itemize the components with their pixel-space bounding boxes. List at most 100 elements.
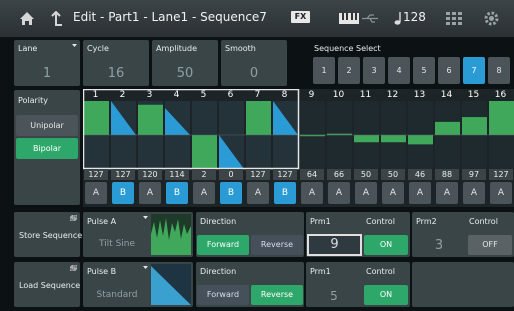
sequence-button-8[interactable]: 8 bbox=[488, 57, 510, 84]
step-mode-button[interactable]: A bbox=[85, 182, 107, 204]
step-value[interactable]: 127 bbox=[273, 169, 297, 180]
store-prm2-value[interactable]: 3 bbox=[412, 238, 466, 253]
pulse-a-label: Pulse A bbox=[87, 217, 117, 226]
pulse-b-label: Pulse B bbox=[87, 267, 117, 276]
grid-menu-icon[interactable] bbox=[446, 12, 462, 25]
step-value[interactable]: 50 bbox=[381, 169, 405, 180]
home-icon[interactable] bbox=[19, 11, 35, 26]
step-number: 16 bbox=[494, 90, 507, 100]
store-direction-panel: Direction Forward Reverse bbox=[196, 212, 304, 257]
page-title: Edit - Part1 - Lane1 - Sequence7 bbox=[73, 10, 267, 24]
bipolar-button[interactable]: Bipolar bbox=[16, 138, 78, 159]
step-mode-button[interactable]: A bbox=[247, 182, 269, 204]
store-sequence-button[interactable]: Store Sequence bbox=[14, 212, 83, 257]
store-reverse-button[interactable]: Reverse bbox=[251, 235, 303, 255]
store-sequence-label: Store Sequence bbox=[19, 231, 83, 240]
pulse-b-field[interactable]: Pulse B Standard bbox=[83, 262, 193, 307]
step-mode-button[interactable]: B bbox=[166, 182, 188, 204]
store-prm1-panel: Prm1 Control 9 ON bbox=[306, 212, 410, 257]
direction-label: Direction bbox=[200, 267, 237, 276]
smooth-field[interactable]: Smooth 0 bbox=[221, 40, 287, 86]
step-mode-button[interactable]: A bbox=[139, 182, 161, 204]
step-number: 8 bbox=[281, 90, 288, 100]
step-number: 6 bbox=[227, 90, 234, 100]
load-control1-button[interactable]: ON bbox=[364, 285, 408, 305]
step-mode-button[interactable]: A bbox=[409, 182, 431, 204]
direction-label: Direction bbox=[200, 217, 237, 226]
step-bar bbox=[408, 135, 433, 145]
unipolar-button[interactable]: Unipolar bbox=[16, 115, 78, 136]
load-prm1-value[interactable]: 5 bbox=[306, 289, 362, 303]
sequence-button-4[interactable]: 4 bbox=[388, 57, 410, 84]
step-value[interactable]: 127 bbox=[246, 169, 270, 180]
step-mode-button[interactable]: A bbox=[301, 182, 323, 204]
store-control2-button[interactable]: OFF bbox=[468, 235, 512, 255]
step-value[interactable]: 120 bbox=[138, 169, 162, 180]
step-value[interactable]: 127 bbox=[84, 169, 108, 180]
sequence-button-5[interactable]: 5 bbox=[413, 57, 435, 84]
step-mode-button[interactable]: A bbox=[436, 182, 458, 204]
step-number: 5 bbox=[200, 90, 207, 100]
pulse-b-preview bbox=[151, 264, 191, 305]
step-mode-button[interactable]: A bbox=[193, 182, 215, 204]
pulse-a-field[interactable]: Pulse A Tilt Sine bbox=[83, 212, 193, 257]
step-value[interactable]: 66 bbox=[327, 169, 351, 180]
load-empty-panel bbox=[412, 262, 514, 307]
load-direction-panel: Direction Forward Reverse bbox=[196, 262, 304, 307]
step-value[interactable]: 88 bbox=[435, 169, 459, 180]
step-bar bbox=[138, 104, 163, 135]
lane-field[interactable]: Lane 1 bbox=[14, 40, 80, 86]
step-value[interactable]: 46 bbox=[408, 169, 432, 180]
step-value[interactable]: 127 bbox=[111, 169, 135, 180]
step-number: 14 bbox=[440, 90, 453, 100]
load-prm1-panel: Prm1 Control 5 ON bbox=[306, 262, 410, 307]
prm1-label: Prm1 bbox=[310, 267, 331, 276]
lane-value: 1 bbox=[42, 66, 52, 81]
step-value[interactable]: 0 bbox=[219, 169, 243, 180]
back-icon[interactable] bbox=[49, 11, 63, 26]
load-forward-button[interactable]: Forward bbox=[197, 285, 249, 305]
step-number: 13 bbox=[413, 90, 426, 100]
note-icon bbox=[394, 12, 401, 25]
load-sequence-button[interactable]: Load Sequence bbox=[14, 262, 80, 307]
load-reverse-button[interactable]: Reverse bbox=[251, 285, 303, 305]
store-forward-button[interactable]: Forward bbox=[197, 235, 249, 255]
step-value[interactable]: 64 bbox=[300, 169, 324, 180]
tempo-value[interactable]: 128 bbox=[403, 10, 426, 24]
pulse-b-value: Standard bbox=[96, 290, 138, 300]
top-bar: Edit - Part1 - Lane1 - Sequence7 FX 128 bbox=[0, 0, 514, 38]
store-control1-button[interactable]: ON bbox=[364, 235, 408, 255]
fx-badge[interactable]: FX bbox=[291, 11, 310, 23]
sequence-button-6[interactable]: 6 bbox=[438, 57, 460, 84]
popup-icon bbox=[70, 265, 77, 271]
keyboard-icon[interactable] bbox=[339, 13, 359, 24]
dropdown-arrow-icon bbox=[143, 266, 148, 269]
sequence-button-3[interactable]: 3 bbox=[363, 57, 385, 84]
control-label: Control bbox=[366, 217, 395, 226]
cycle-field[interactable]: Cycle 16 bbox=[83, 40, 149, 86]
sequence-button-7[interactable]: 7 bbox=[463, 57, 485, 84]
gear-icon[interactable] bbox=[484, 11, 499, 26]
step-mode-button[interactable]: A bbox=[355, 182, 377, 204]
store-prm1-value[interactable]: 9 bbox=[307, 234, 362, 256]
step-mode-button[interactable]: A bbox=[463, 182, 485, 204]
sequence-button-2[interactable]: 2 bbox=[338, 57, 360, 84]
step-value[interactable]: 97 bbox=[462, 169, 486, 180]
step-value[interactable]: 127 bbox=[489, 169, 513, 180]
amplitude-field[interactable]: Amplitude 50 bbox=[152, 40, 218, 86]
step-number: 2 bbox=[119, 90, 126, 100]
step-mode-button[interactable]: A bbox=[328, 182, 350, 204]
step-number: 3 bbox=[146, 90, 153, 100]
sequence-button-1[interactable]: 1 bbox=[313, 57, 335, 84]
amplitude-value: 50 bbox=[176, 66, 194, 81]
step-number: 9 bbox=[308, 90, 315, 100]
popup-icon bbox=[70, 215, 77, 221]
step-value[interactable]: 114 bbox=[165, 169, 189, 180]
step-mode-button[interactable]: B bbox=[112, 182, 134, 204]
step-mode-button[interactable]: A bbox=[490, 182, 512, 204]
step-mode-button[interactable]: B bbox=[274, 182, 296, 204]
step-value[interactable]: 50 bbox=[354, 169, 378, 180]
step-mode-button[interactable]: B bbox=[220, 182, 242, 204]
step-mode-button[interactable]: A bbox=[382, 182, 404, 204]
step-value[interactable]: 2 bbox=[192, 169, 216, 180]
